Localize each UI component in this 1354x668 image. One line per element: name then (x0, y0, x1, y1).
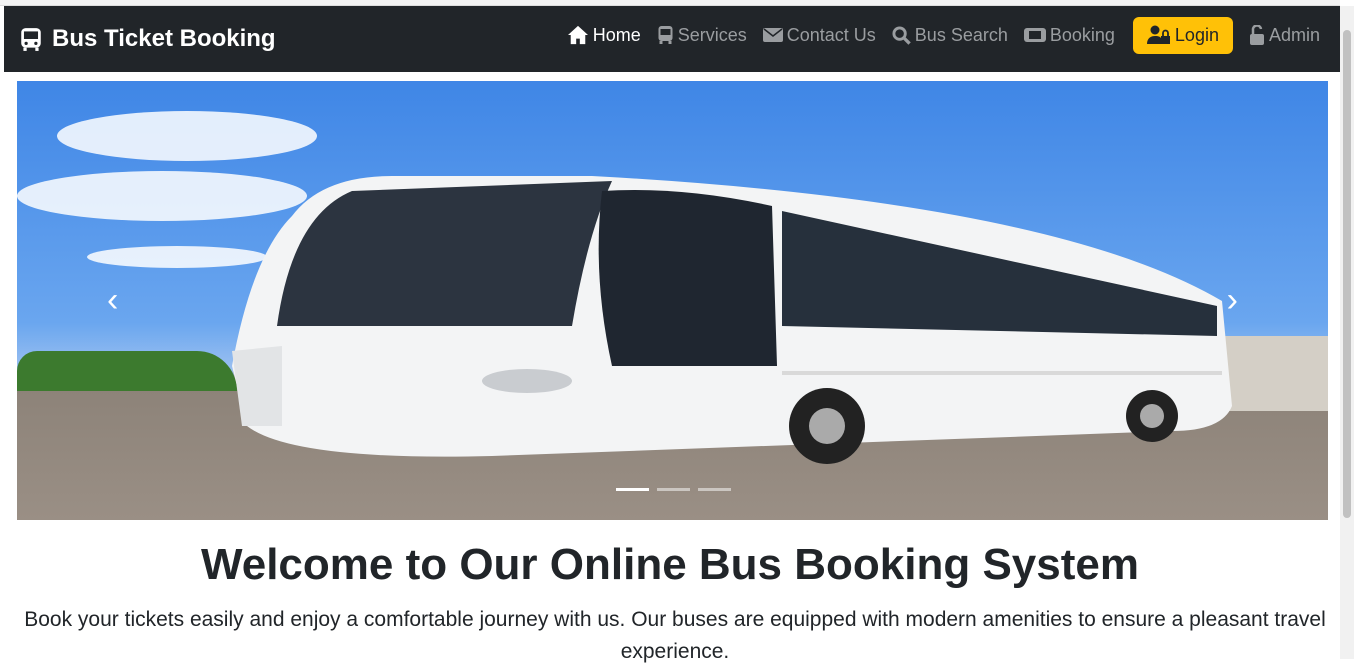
carousel-prev-button[interactable]: ‹ (107, 281, 118, 320)
hero-carousel: ‹ › (17, 81, 1328, 520)
carousel-indicator-1[interactable] (616, 488, 649, 491)
login-button[interactable]: Login (1132, 16, 1233, 54)
nav-admin[interactable]: Admin (1249, 25, 1320, 46)
carousel-indicators (616, 488, 731, 491)
search-icon (892, 25, 911, 45)
bus-icon (657, 25, 674, 45)
bus-image (232, 176, 1232, 464)
cloud (57, 111, 317, 161)
nav-services-label: Services (677, 24, 747, 45)
nav-booking[interactable]: Booking (1023, 24, 1115, 46)
nav-admin-label: Admin (1268, 24, 1320, 45)
brand[interactable]: Bus Ticket Booking (18, 25, 276, 53)
nav-bus-search[interactable]: Bus Search (892, 25, 1008, 46)
login-label: Login (1174, 24, 1219, 45)
chevron-left-icon: ‹ (107, 281, 119, 319)
nav-contact[interactable]: Contact Us (762, 24, 876, 46)
navbar: Bus Ticket Booking Home Services Contact… (4, 6, 1340, 72)
nav-bus-search-label: Bus Search (914, 24, 1008, 45)
ticket-icon (1023, 27, 1046, 43)
bus-icon (18, 26, 44, 52)
carousel-next-button[interactable]: › (1227, 281, 1238, 320)
carousel-indicator-2[interactable] (657, 488, 690, 491)
nav-contact-label: Contact Us (786, 24, 876, 45)
nav-home-label: Home (592, 24, 641, 45)
home-icon (567, 25, 589, 45)
chevron-right-icon: › (1226, 281, 1238, 319)
scrollbar[interactable] (1340, 6, 1354, 659)
nav-home[interactable]: Home (567, 25, 641, 46)
carousel-indicator-3[interactable] (698, 488, 731, 491)
scrollbar-thumb[interactable] (1343, 30, 1351, 518)
nav-services[interactable]: Services (657, 25, 747, 46)
hero-text: Book your tickets easily and enjoy a com… (24, 608, 1326, 663)
unlock-icon (1249, 25, 1265, 45)
trees (17, 351, 237, 391)
envelope-icon (762, 27, 783, 43)
brand-title: Bus Ticket Booking (52, 25, 276, 52)
hero-title: Welcome to Our Online Bus Booking System (200, 540, 1139, 589)
user-lock-icon (1146, 25, 1171, 45)
nav-booking-label: Booking (1049, 24, 1115, 45)
